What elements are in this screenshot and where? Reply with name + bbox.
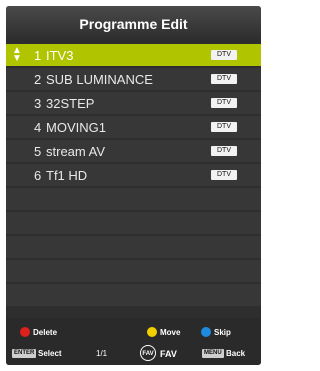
up-down-arrow-icon: ▲ ▼ [12, 45, 22, 64]
channel-number: 1 [34, 48, 42, 63]
channel-row-2[interactable]: 2 SUB LUMINANCE DTV [6, 68, 261, 90]
channel-number: 3 [34, 96, 42, 111]
channel-name: 32STEP [46, 96, 95, 111]
dtv-badge: DTV [211, 170, 237, 180]
channel-name: SUB LUMINANCE [46, 72, 153, 87]
channel-row-4[interactable]: 4 MOVING1 DTV [6, 116, 261, 138]
empty-row [6, 188, 261, 210]
dtv-badge: DTV [211, 122, 237, 132]
dtv-badge: DTV [211, 50, 237, 60]
red-button-icon [20, 327, 30, 337]
channel-number: 6 [34, 168, 42, 183]
footer-hints: Delete Move Skip ENTER Select 1/1 FAV FA… [6, 318, 261, 365]
channel-number: 2 [34, 72, 42, 87]
programme-edit-panel: Programme Edit ▲ ▼ 1 ITV3 DTV 2 SUB LUMIN… [6, 6, 261, 365]
delete-hint[interactable]: Delete [33, 328, 57, 337]
empty-row [6, 260, 261, 282]
dtv-badge: DTV [211, 146, 237, 156]
channel-list: ▲ ▼ 1 ITV3 DTV 2 SUB LUMINANCE DTV 3 32ST… [6, 44, 261, 308]
channel-number: 4 [34, 120, 42, 135]
empty-row [6, 284, 261, 306]
channel-row-6[interactable]: 6 Tf1 HD DTV [6, 164, 261, 186]
page-title: Programme Edit [79, 16, 188, 32]
channel-row-3[interactable]: 3 32STEP DTV [6, 92, 261, 114]
fav-hint[interactable]: FAV [160, 349, 177, 359]
dtv-badge: DTV [211, 98, 237, 108]
channel-name: Tf1 HD [46, 168, 88, 183]
channel-name: stream AV [46, 144, 106, 159]
title-bar: Programme Edit [6, 6, 261, 42]
channel-row-5[interactable]: 5 stream AV DTV [6, 140, 261, 162]
fav-icon: FAV [140, 345, 156, 361]
channel-name: ITV3 [46, 48, 74, 63]
skip-hint[interactable]: Skip [214, 328, 231, 337]
menu-key-icon: MENU [202, 349, 224, 358]
move-hint[interactable]: Move [160, 328, 180, 337]
yellow-button-icon [147, 327, 157, 337]
channel-row-1[interactable]: ▲ ▼ 1 ITV3 DTV [6, 44, 261, 66]
page-indicator: 1/1 [96, 349, 108, 358]
select-hint[interactable]: Select [38, 349, 62, 358]
channel-number: 5 [34, 144, 42, 159]
empty-row [6, 236, 261, 258]
enter-key-icon: ENTER [12, 349, 37, 358]
blue-button-icon [201, 327, 211, 337]
channel-name: MOVING1 [46, 120, 106, 135]
empty-row [6, 212, 261, 234]
dtv-badge: DTV [211, 74, 237, 84]
back-hint[interactable]: Back [226, 349, 245, 358]
